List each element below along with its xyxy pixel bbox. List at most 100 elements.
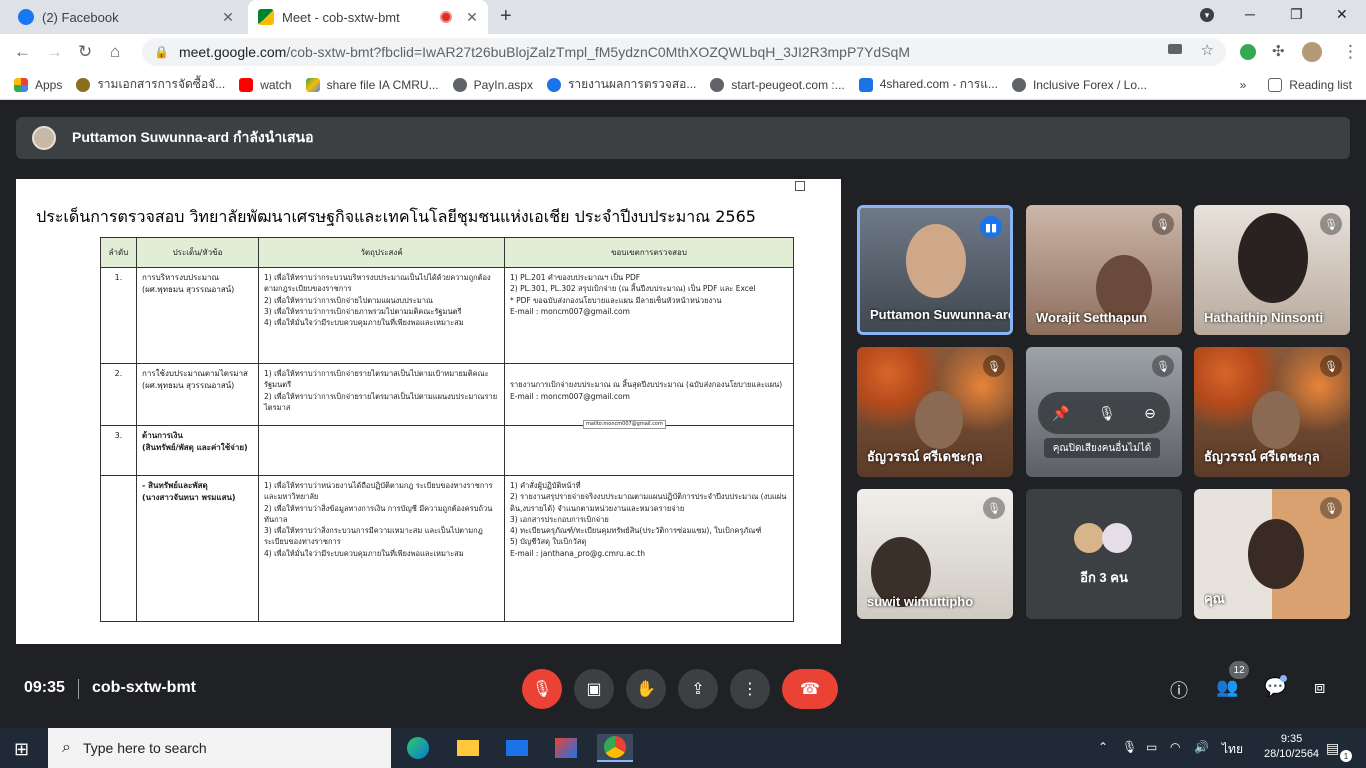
- microphone-icon[interactable]: 🎙: [1122, 740, 1137, 754]
- slide-title: ประเด็นการตรวจสอบ วิทยาลัยพัฒนาเศรษฐกิจแ…: [36, 207, 756, 226]
- row-number: 1.: [100, 267, 137, 364]
- camera-toggle-button[interactable]: ▣: [574, 669, 614, 709]
- table-header-row: ลำดับ ประเด็น/หัวข้อ วัตถุประสงค์ ขอบเขต…: [100, 237, 794, 268]
- bookmark-item[interactable]: start-peugeot.com :...: [710, 77, 845, 92]
- participant-name: suwit wimuttipho: [867, 594, 974, 609]
- extension-icon[interactable]: [1240, 44, 1256, 60]
- mic-off-icon: 🎙: [1320, 497, 1342, 519]
- meet-stage: Puttamon Suwunna-ard กำลังนำเสนอ ประเด็น…: [0, 101, 1366, 728]
- present-screen-icon: ⇪: [691, 681, 705, 698]
- file-explorer-icon[interactable]: [450, 734, 486, 762]
- globe-icon: [1011, 77, 1026, 92]
- windows-start-icon[interactable]: ⊞: [14, 739, 29, 760]
- link-tooltip: mailto:moncm007@gmail.com: [583, 419, 666, 429]
- seal-icon: [76, 77, 91, 92]
- meeting-time: 09:35: [24, 679, 65, 696]
- bookmark-item[interactable]: PayIn.aspx: [452, 77, 533, 92]
- wifi-icon[interactable]: ◠: [1170, 740, 1180, 754]
- language-indicator[interactable]: ไทย: [1222, 740, 1243, 759]
- bookmark-item[interactable]: share file IA CMRU...: [305, 77, 439, 92]
- minimize-button[interactable]: ─: [1245, 6, 1255, 22]
- taskbar-search[interactable]: ⌕ Type here to search: [48, 728, 391, 768]
- close-tab-icon[interactable]: ✕: [462, 9, 482, 26]
- column-header: วัตถุประสงค์: [258, 237, 505, 268]
- tab-facebook[interactable]: (2) Facebook ✕: [8, 0, 244, 34]
- participant-face: [915, 391, 963, 449]
- participant-tile[interactable]: 🎙 ธัญวรรณ์ ศรีเดชะกุล: [857, 347, 1013, 477]
- grid-icon[interactable]: [795, 181, 805, 191]
- present-button[interactable]: ⇪: [678, 669, 718, 709]
- recording-icon: [440, 11, 452, 23]
- pin-icon[interactable]: 📌: [1052, 405, 1069, 422]
- tab-search-icon[interactable]: ▾: [1200, 8, 1214, 22]
- volume-icon[interactable]: 🔊: [1194, 740, 1209, 754]
- youtube-icon: [239, 77, 254, 92]
- close-window-button[interactable]: ✕: [1336, 6, 1348, 23]
- apps-grid-icon: [14, 77, 28, 92]
- back-icon[interactable]: ←: [14, 42, 31, 62]
- activities-icon[interactable]: ⧈: [1314, 677, 1325, 698]
- edge-icon[interactable]: [400, 734, 436, 762]
- mic-toggle-button[interactable]: 🎙: [522, 669, 562, 709]
- participant-tile[interactable]: 🎙 Hathaithip Ninsonti: [1194, 205, 1350, 335]
- reload-icon[interactable]: ↻: [78, 42, 92, 62]
- participant-tile[interactable]: 🎙 Worajit Setthapun: [1026, 205, 1182, 335]
- row-scope-text: รายงานการเบิกจ่ายงบประมาณ ณ สิ้นสุดปีงบป…: [510, 380, 783, 401]
- bookmarks-overflow-button[interactable]: »: [1240, 78, 1247, 92]
- forward-icon[interactable]: →: [46, 42, 63, 62]
- leave-call-button[interactable]: ☎: [782, 669, 838, 709]
- chrome-icon[interactable]: [597, 734, 633, 762]
- participant-tile[interactable]: 🎙 ธัญวรรณ์ ศรีเดชะกุล: [1194, 347, 1350, 477]
- mail-icon[interactable]: [499, 734, 535, 762]
- bookmark-item[interactable]: รามเอกสารการจัดซื้อจั...: [76, 75, 225, 94]
- facebook-icon: [18, 9, 34, 25]
- mic-off-icon: 🎙: [1320, 355, 1342, 377]
- row-topic: การใช้งบประมาณตามไตรมาส (ผศ.พุทธมน สุวรร…: [136, 363, 259, 426]
- tray-chevron-icon[interactable]: ⌃: [1098, 740, 1108, 754]
- home-icon[interactable]: ⌂: [110, 42, 120, 62]
- others-count: อีก 3 คน: [1080, 570, 1128, 585]
- raise-hand-button[interactable]: ✋: [626, 669, 666, 709]
- meet-icon: [258, 9, 274, 25]
- participant-tile[interactable]: 🎙 คุณ: [1194, 489, 1350, 619]
- meeting-info-icon[interactable]: ⓘ: [1170, 677, 1188, 703]
- bookmarks-bar: Apps รามเอกสารการจัดซื้อจั... watch shar…: [0, 70, 1366, 100]
- participant-tile[interactable]: 🎙 suwit wimuttipho: [857, 489, 1013, 619]
- people-icon[interactable]: 👥: [1216, 677, 1238, 698]
- taskbar-clock[interactable]: 9:35 28/10/2564: [1264, 732, 1319, 762]
- tab-meet[interactable]: Meet - cob-sxtw-bmt ✕: [248, 0, 488, 34]
- 4shared-icon: [858, 77, 873, 92]
- app-icon[interactable]: [548, 734, 584, 762]
- bookmark-item[interactable]: watch: [239, 77, 292, 92]
- mute-participant-icon[interactable]: 🎙: [1098, 405, 1116, 422]
- notification-icon[interactable]: ▤: [1326, 740, 1339, 757]
- others-tile[interactable]: อีก 3 คน: [1026, 489, 1182, 619]
- puzzle-icon[interactable]: ✣: [1272, 42, 1285, 60]
- row-scope: 1) PL.201 คำของบประมาณฯ เป็น PDF 2) PL.3…: [504, 267, 794, 364]
- more-options-button[interactable]: ⋮: [730, 669, 770, 709]
- clock-date: 28/10/2564: [1264, 748, 1320, 760]
- participant-tile[interactable]: ▮▮ Puttamon Suwunna-ard: [857, 205, 1013, 335]
- bookmark-item[interactable]: 4shared.com - การแ...: [858, 75, 998, 94]
- reading-list-button[interactable]: Reading list: [1268, 77, 1352, 92]
- bookmark-item[interactable]: Inclusive Forex / Lo...: [1011, 77, 1147, 92]
- shared-screen[interactable]: ประเด็นการตรวจสอบ วิทยาลัยพัฒนาเศรษฐกิจแ…: [16, 179, 841, 644]
- url-bar[interactable]: 🔒 meet.google.com/cob-sxtw-bmt?fbclid=Iw…: [142, 38, 1226, 66]
- new-tab-button[interactable]: +: [500, 5, 512, 28]
- mic-off-icon: 🎙: [983, 355, 1005, 377]
- more-menu-icon[interactable]: ⋮: [1342, 42, 1359, 62]
- participant-name: Worajit Setthapun: [1036, 310, 1147, 325]
- search-placeholder: Type here to search: [82, 740, 207, 756]
- bookmark-item[interactable]: รายงานผลการตรวจสอ...: [546, 75, 696, 94]
- more-vert-icon: ⋮: [742, 681, 758, 698]
- bookmark-apps[interactable]: Apps: [14, 77, 62, 92]
- close-tab-icon[interactable]: ✕: [218, 9, 238, 26]
- battery-icon[interactable]: ▭: [1146, 740, 1157, 754]
- remove-icon[interactable]: ⊖: [1144, 405, 1156, 422]
- people-count-badge: 12: [1229, 661, 1249, 679]
- url-path: /cob-sxtw-bmt?fbclid=IwAR27t26buBlojZalz…: [286, 44, 910, 60]
- bookmark-star-icon[interactable]: ☆: [1201, 41, 1214, 59]
- camera-icon[interactable]: [1168, 44, 1182, 54]
- avatar[interactable]: [1302, 42, 1322, 62]
- restore-button[interactable]: ❐: [1290, 6, 1303, 23]
